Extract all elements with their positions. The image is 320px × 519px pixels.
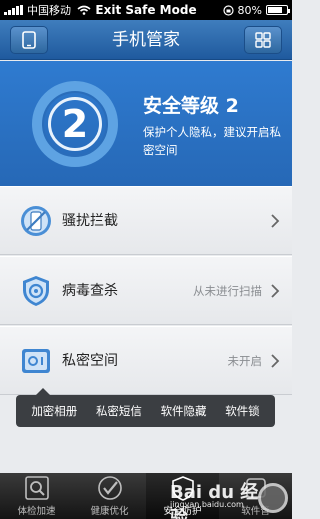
row-private-space[interactable]: 私密空间 未开启: [0, 326, 292, 395]
grid-icon: [255, 32, 271, 48]
private-space-tooltip: 加密相册 私密短信 软件隐藏 软件锁: [16, 388, 275, 427]
security-level-label: 安全等级 2: [143, 95, 239, 117]
baidu-jingyan-watermark: Bai du 经验 jingyan.baidu.com: [170, 482, 259, 519]
chevron-right-icon: [271, 353, 280, 368]
app-header: 手机管家: [0, 20, 292, 60]
security-advice: 保护个人隐私，建议开启私密空间: [143, 125, 281, 157]
chevron-right-icon: [271, 213, 280, 228]
tooltip-item: 加密相册: [31, 404, 78, 418]
row-status: 从未进行扫描: [193, 284, 262, 298]
shield-icon: [23, 275, 49, 306]
carrier-name: 中国移动: [27, 4, 71, 17]
tab-health[interactable]: 健康优化: [73, 473, 146, 519]
wifi-icon: [77, 5, 91, 15]
watermark-url: jingyan.baidu.com: [170, 500, 244, 509]
safe-icon: [22, 348, 50, 373]
tab-label: 健康优化: [90, 506, 129, 517]
security-score: 2: [61, 102, 89, 146]
security-summary[interactable]: 2 安全等级 2 保护个人隐私，建议开启私密空间: [0, 61, 292, 186]
signal-icon: [4, 5, 23, 15]
tab-checkup[interactable]: 体检加速: [0, 473, 73, 519]
security-score-ring: 2: [32, 81, 118, 167]
tooltip-item: 软件隐藏: [160, 404, 207, 418]
grid-menu-button[interactable]: [244, 26, 282, 54]
row-label: 骚扰拦截: [62, 213, 118, 229]
blocked-phone-icon: [21, 205, 51, 236]
row-label: 私密空间: [62, 353, 118, 369]
row-harassment-block[interactable]: 骚扰拦截: [0, 186, 292, 255]
rotation-lock-icon: [222, 4, 234, 16]
row-status: 未开启: [227, 354, 263, 368]
checkmark-icon: [97, 476, 122, 500]
tooltip-item: 私密短信: [95, 404, 142, 418]
tab-label: 体检加速: [17, 506, 56, 517]
row-label: 病毒查杀: [62, 283, 118, 299]
chevron-right-icon: [271, 283, 280, 298]
row-virus-scan[interactable]: 病毒查杀 从未进行扫描: [0, 256, 292, 325]
status-bar: 中国移动 Exit Safe Mode 80%: [0, 0, 292, 20]
battery-icon: [266, 5, 290, 15]
assistive-touch-button[interactable]: [258, 483, 288, 513]
tooltip-item: 软件锁: [225, 404, 260, 418]
battery-percent: 80%: [237, 3, 262, 17]
magnifier-icon: [24, 476, 49, 500]
